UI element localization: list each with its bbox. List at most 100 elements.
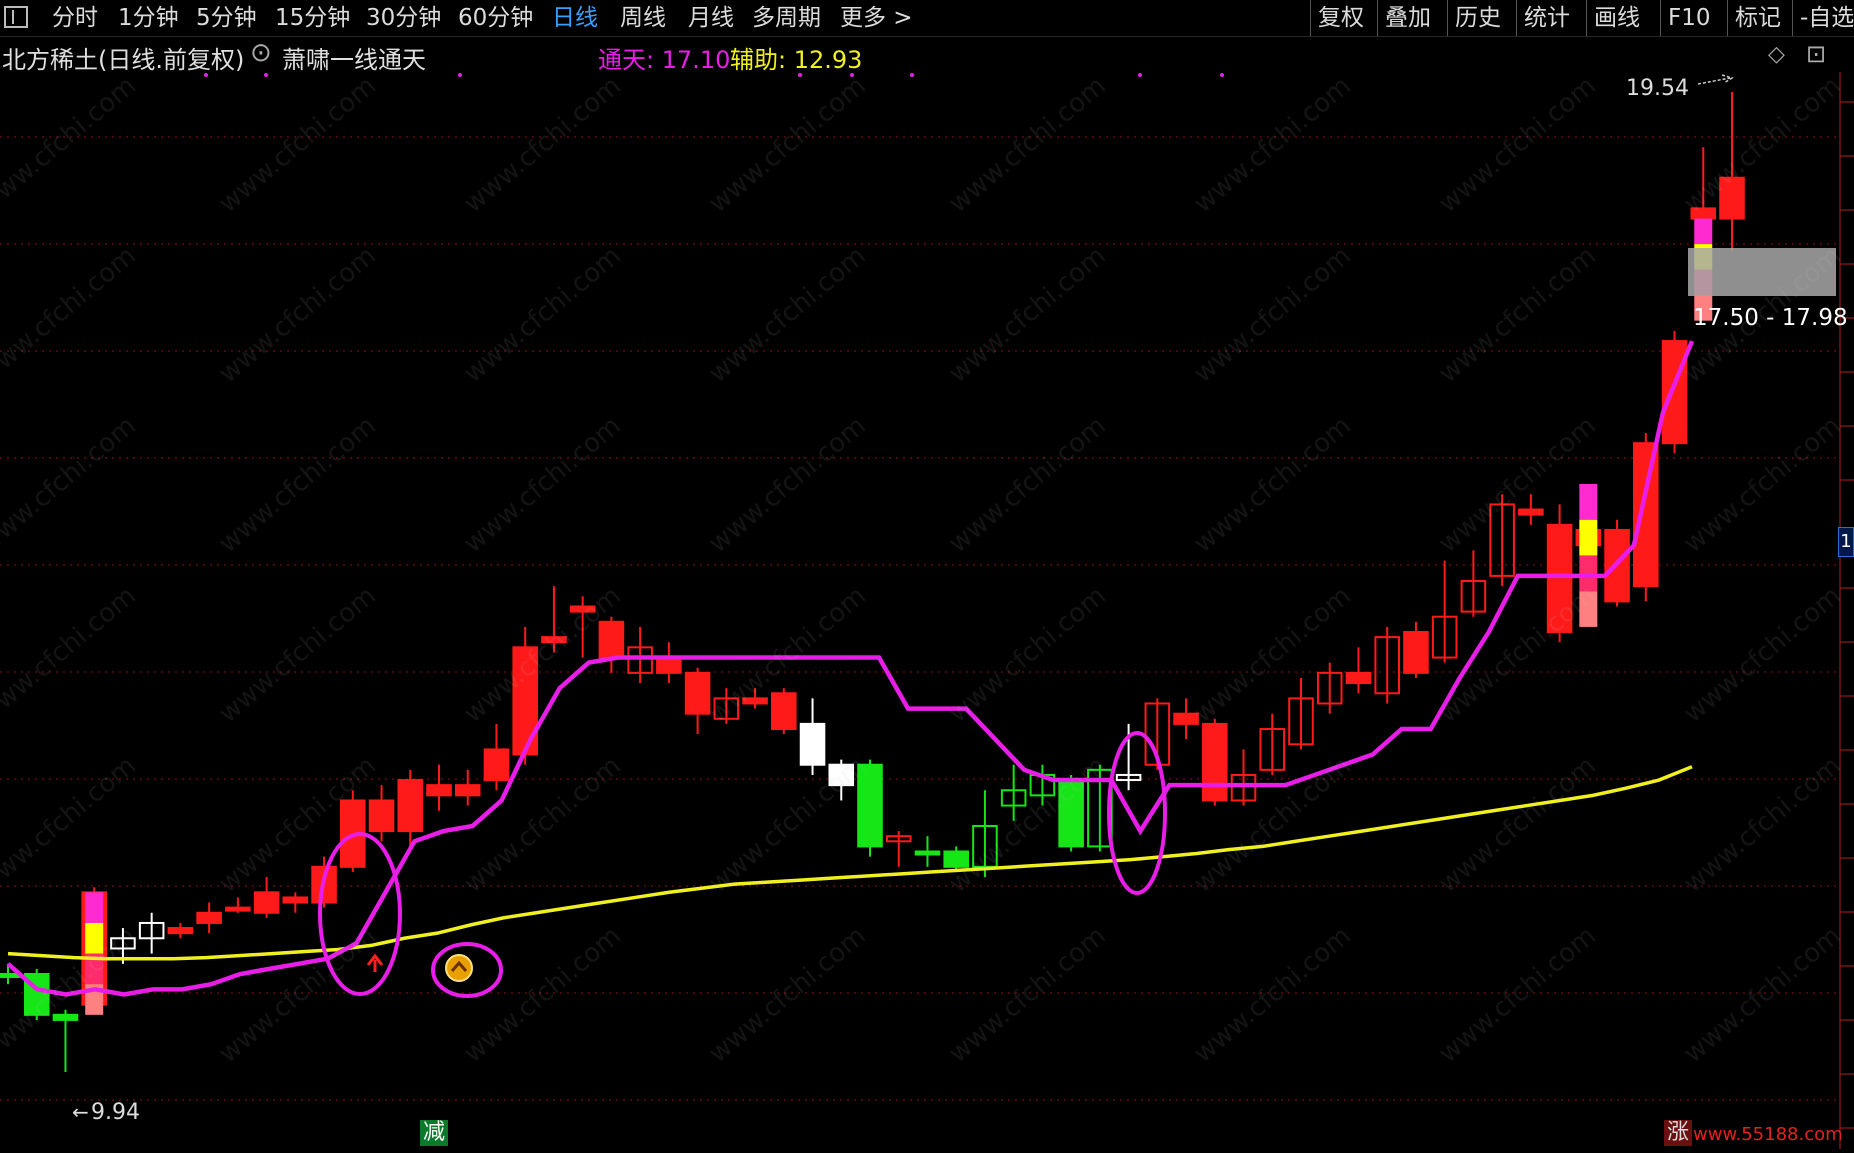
candle-body [569, 605, 596, 613]
fuzhu-value: 辅助: 12.93 [730, 46, 863, 74]
tongtian-value: 通天: 17.10 [598, 46, 731, 74]
signal-stack [1579, 591, 1598, 627]
highlight-ellipse [1107, 731, 1167, 895]
period-tab[interactable]: 月线 [688, 2, 734, 34]
candle-body [196, 911, 222, 924]
high-price-label: 19.54 [1626, 76, 1689, 101]
signal-dot [264, 73, 268, 77]
candle-body [167, 927, 194, 935]
candle-body [742, 697, 768, 705]
low-arrow: ← [72, 1100, 89, 1124]
candle-body [1058, 779, 1084, 848]
signal-stack [1579, 484, 1598, 520]
period-tab[interactable]: 更多 > [840, 2, 913, 34]
candle-body [598, 620, 625, 659]
candle-body [1719, 176, 1745, 220]
candle-body [368, 799, 395, 833]
indicator-info-bar: 北方稀土(日线.前复权) ⊙ 萧啸一线通天 通天: 17.10 辅助: 12.9… [0, 38, 1854, 75]
candle-body [828, 763, 855, 787]
candle-body [1518, 508, 1544, 516]
toolbar-separator [1310, 0, 1311, 36]
candle-body [541, 636, 567, 644]
price-zone-box [1688, 248, 1836, 296]
toolbar-separator [1586, 0, 1587, 36]
candle-body [1546, 523, 1573, 634]
candle-body [1690, 207, 1717, 220]
candle-body [684, 671, 711, 715]
toolbar-separator [1660, 0, 1661, 36]
signal-dot [798, 73, 802, 77]
period-tab[interactable]: 1分钟 [118, 2, 179, 34]
stock-title: 北方稀土(日线.前复权) [2, 46, 245, 74]
site-label: www.55188.com [1693, 1124, 1843, 1145]
candle-body [799, 722, 826, 766]
period-tab[interactable]: 多周期 [752, 2, 821, 34]
candle-body [1345, 671, 1372, 685]
toolbar-action-button[interactable]: 历史 [1455, 2, 1501, 34]
period-tab[interactable]: 日线 [552, 2, 598, 34]
signal-stack [85, 922, 104, 954]
toolbar-separator [1727, 0, 1728, 36]
candle-body [253, 891, 280, 914]
low-price-label: 9.94 [91, 1100, 140, 1125]
period-tab[interactable]: 60分钟 [458, 2, 533, 34]
toolbar-action-button[interactable]: 复权 [1318, 2, 1364, 34]
signal-dot [458, 73, 462, 77]
period-tab[interactable]: 30分钟 [366, 2, 441, 34]
candle-body [1403, 631, 1429, 674]
zhang-tag: 涨 [1664, 1120, 1693, 1146]
period-tab[interactable]: 周线 [620, 2, 666, 34]
candle-body [483, 748, 510, 782]
candle-body [914, 850, 941, 856]
candle-body [943, 850, 969, 868]
up-arrow-icon [366, 953, 384, 972]
signal-dot [1138, 73, 1142, 77]
candle-body [771, 692, 797, 730]
window-icon[interactable]: ⊡ [1806, 40, 1826, 68]
toolbar-separator [1792, 0, 1793, 36]
period-tab[interactable]: 15分钟 [275, 2, 350, 34]
candle-body [1173, 712, 1199, 725]
candle-body [282, 896, 309, 904]
signal-dot [204, 73, 208, 77]
period-tab[interactable]: 分时 [52, 2, 98, 34]
buy-signal-icon [445, 954, 473, 982]
toolbar-action-button[interactable]: 标记 [1735, 2, 1781, 34]
candle-body [1633, 442, 1659, 588]
candle-body [397, 779, 424, 833]
toolbar-separator [1516, 0, 1517, 36]
indicator-settings-icon[interactable]: ⊙ [250, 38, 272, 68]
signal-stack [1694, 218, 1713, 245]
candle-body [225, 906, 251, 912]
toolbar-action-button[interactable]: F10 [1668, 2, 1711, 34]
zone-price-label: 17.50 - 17.98 [1693, 305, 1848, 331]
toolbar-separator [1377, 0, 1378, 36]
diamond-icon[interactable]: ◇ [1768, 42, 1785, 67]
candle-body [454, 784, 481, 797]
toolbar-action-button[interactable]: 叠加 [1385, 2, 1431, 34]
candle-body [52, 1013, 79, 1021]
toolbar-separator [1447, 0, 1448, 36]
toolbar-action-button[interactable]: 统计 [1524, 2, 1570, 34]
indicator-name[interactable]: 萧啸一线通天 [282, 40, 426, 75]
candle-body [656, 656, 682, 674]
signal-dot [1220, 73, 1224, 77]
fuzhu-line [7, 765, 1693, 961]
signal-stack [1579, 519, 1598, 556]
panel-toggle-icon[interactable] [4, 6, 28, 28]
high-arrow [1697, 74, 1734, 85]
period-toolbar: 分时 1分钟 5分钟 15分钟 30分钟 60分钟 日线 周线 月线 多周期 更多 > 复权 叠加 历史… [0, 0, 1854, 37]
kline-chart[interactable]: 19.54 ← 9.94 17.50 - 17.98 1 [0, 72, 1854, 1149]
candle-body [1202, 722, 1228, 802]
toolbar-action-button[interactable]: -自选 [1800, 2, 1854, 34]
candle-body [1661, 340, 1688, 445]
jian-tag: 减 [420, 1120, 449, 1146]
toolbar-action-button[interactable]: 画线 [1594, 2, 1640, 34]
kline-svg: 19.54 ← 9.94 17.50 - 17.98 [0, 72, 1854, 1149]
signal-dot [910, 73, 914, 77]
candle-body [857, 763, 883, 848]
period-tab[interactable]: 5分钟 [196, 2, 257, 34]
candle-body [426, 784, 452, 797]
right-axis-tag: 1 [1838, 527, 1854, 557]
signal-stack [1579, 555, 1598, 592]
